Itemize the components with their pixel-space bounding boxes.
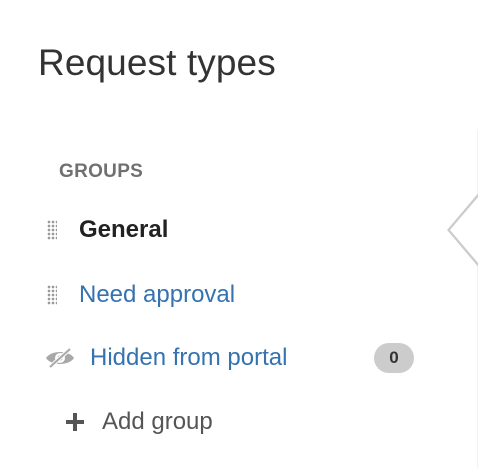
add-group-button[interactable]: Add group <box>64 400 213 444</box>
group-label[interactable]: Hidden from portal <box>90 343 287 373</box>
plus-icon <box>66 413 84 431</box>
group-item-hidden-from-portal[interactable]: Hidden from portal 0 <box>44 336 424 380</box>
drag-handle-icon[interactable] <box>47 220 57 240</box>
drag-handle-icon[interactable] <box>47 285 57 305</box>
group-label[interactable]: Need approval <box>79 280 235 310</box>
groups-heading: GROUPS <box>59 161 144 182</box>
add-group-label: Add group <box>102 408 213 435</box>
group-label: General <box>79 216 169 243</box>
count-badge: 0 <box>374 343 414 373</box>
page-title: Request types <box>38 42 276 83</box>
group-item-need-approval[interactable]: Need approval <box>44 273 424 317</box>
hidden-eye-icon <box>46 347 74 369</box>
group-item-general[interactable]: General <box>44 208 424 252</box>
